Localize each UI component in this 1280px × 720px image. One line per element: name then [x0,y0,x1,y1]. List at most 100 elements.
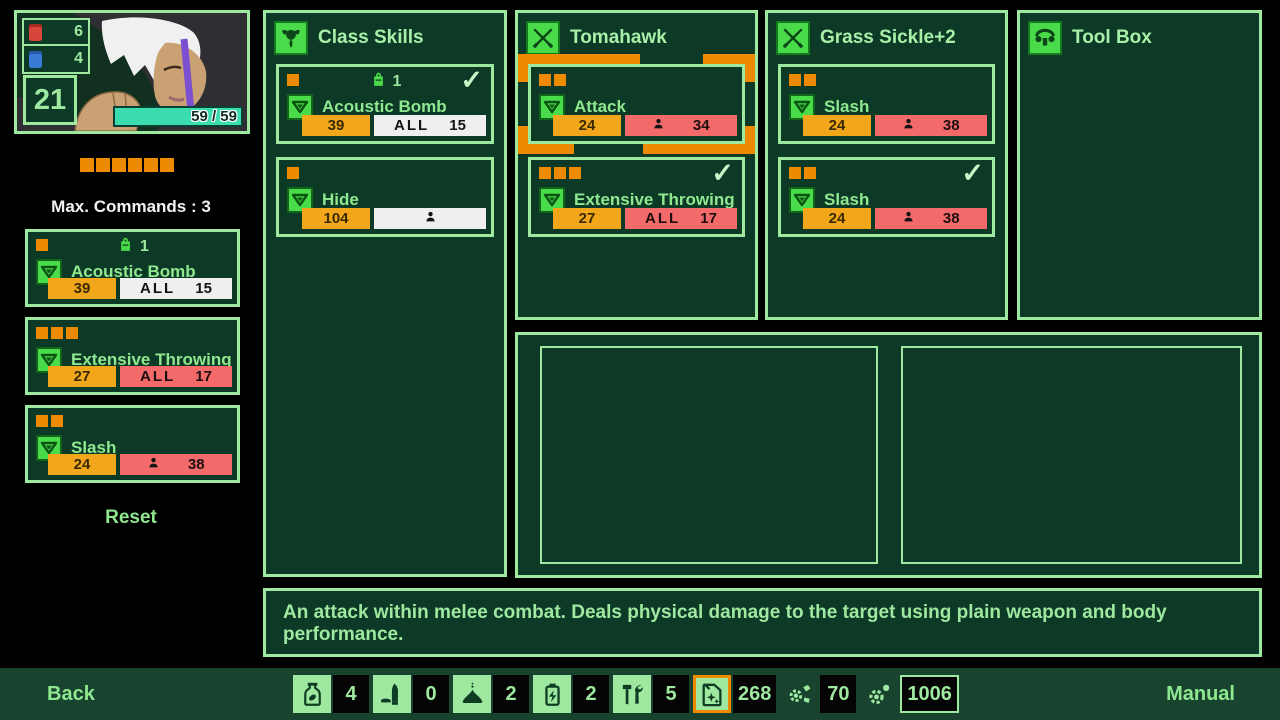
skill-badges: 27ALL17 [48,366,232,387]
skill-card[interactable]: Attack2434 [528,64,745,144]
skill-badges: 2434 [553,115,737,136]
panel-header: Class Skills [266,13,504,62]
inventory-item[interactable]: 4 [293,675,369,713]
item-count: 70 [820,675,856,713]
back-button[interactable]: Back [47,668,95,720]
target-badge: 38 [120,454,232,475]
stat-row-red: 6 [24,20,88,46]
cost-badge: 24 [803,208,871,229]
skill-name: Attack [574,97,626,117]
resource-stats: 6 4 [22,18,90,74]
gears-icon[interactable] [860,675,898,713]
cost-badge: 24 [553,115,621,136]
target-value: 17 [700,210,717,227]
item-count: 2 [573,675,609,713]
panel-title: Class Skills [318,27,424,49]
command-pip [539,167,551,179]
cost-badge: 39 [302,115,370,136]
target-badge: ALL17 [120,366,232,387]
powder-icon[interactable] [453,675,491,713]
skill-card[interactable]: Extensive Throwing27ALL17 [25,317,240,395]
command-pip [287,167,299,179]
item-count: 1006 [900,675,959,713]
class-skills-icon [274,21,308,55]
inventory-item[interactable]: 0 [373,675,449,713]
command-pip [789,167,801,179]
panel-header: Grass Sickle+2 [768,13,1005,62]
command-pip [569,167,581,179]
command-pip [804,167,816,179]
inventory-item[interactable]: 2 [453,675,529,713]
skill-badges: 39ALL15 [48,278,232,299]
skill-card[interactable]: 1Acoustic Bomb39ALL15 [25,229,240,307]
bottom-bar: Back 40225268701006 Manual [0,668,1280,720]
inventory-item[interactable]: 70 [780,675,856,713]
uses-bag-icon [116,235,135,259]
command-pip [539,74,551,86]
skill-card[interactable]: ✓Extensive Throwing27ALL17 [528,157,745,237]
target-badge: 34 [625,115,737,136]
blue-item-icon [29,51,42,68]
command-pip [128,158,142,172]
target-badge: ALL15 [374,115,486,136]
command-slot-pips [80,158,174,172]
tool-box-icon [1028,21,1062,55]
skill-name: Slash [824,97,869,117]
inventory-item[interactable]: 268 [693,675,776,713]
skill-card[interactable]: 1✓Acoustic Bomb39ALL15 [276,64,494,144]
reset-button[interactable]: Reset [0,507,262,529]
hp-bar: 59 / 59 [113,106,243,127]
skill-description: An attack within melee combat. Deals phy… [263,588,1262,657]
selection-bracket [518,54,640,82]
selection-bracket [703,54,755,82]
uses-counter: 1 [28,235,237,259]
tomahawk-panel: Tomahawk Attack2434✓Extensive Throwing27… [515,10,758,320]
fuel-icon[interactable] [693,675,731,713]
ammo-icon[interactable] [373,675,411,713]
item-count: 0 [413,675,449,713]
target-all-label: ALL [394,117,429,134]
target-value: 15 [195,280,212,297]
card-pips [539,74,566,86]
skill-name: Slash [824,190,869,210]
skill-name: Acoustic Bomb [322,97,447,117]
skill-badges: 39ALL15 [302,115,486,136]
battery-icon[interactable] [533,675,571,713]
command-pip [112,158,126,172]
skill-card[interactable]: Slash2438 [25,405,240,483]
cost-badge: 104 [302,208,370,229]
command-pip [36,327,48,339]
inventory-strip: 40225268701006 [293,668,959,720]
skill-card[interactable]: Hide104 [276,157,494,237]
person-icon [147,455,160,474]
medicine-icon[interactable] [293,675,331,713]
manual-button[interactable]: Manual [1166,668,1235,720]
uses-counter: 1 [279,70,491,94]
skill-name: Hide [322,190,359,210]
inventory-item[interactable]: 1006 [860,675,959,713]
skill-badges: 2438 [803,208,987,229]
command-pip [66,327,78,339]
formation-slot-left [540,346,878,564]
target-all-label: ALL [140,368,175,385]
grass-sickle-icon [776,21,810,55]
skill-badges: 27ALL17 [553,208,737,229]
skill-card[interactable]: ✓Slash2438 [778,157,995,237]
card-pips [789,74,816,86]
skill-card[interactable]: Slash2438 [778,64,995,144]
card-pips [36,415,63,427]
inventory-item[interactable]: 5 [613,675,689,713]
command-pip [554,74,566,86]
grass-sickle-panel: Grass Sickle+2 Slash2438✓Slash2438 [765,10,1008,320]
tools-icon[interactable] [613,675,651,713]
cost-badge: 24 [48,454,116,475]
command-pip [51,327,63,339]
uses-bag-icon [369,70,388,94]
tomahawk-icon [526,21,560,55]
max-commands-label: Max. Commands : 3 [0,197,262,217]
card-pips [36,327,78,339]
target-badge: 38 [875,115,987,136]
inventory-item[interactable]: 2 [533,675,609,713]
parts-icon[interactable] [780,675,818,713]
panel-title: Grass Sickle+2 [820,27,956,49]
